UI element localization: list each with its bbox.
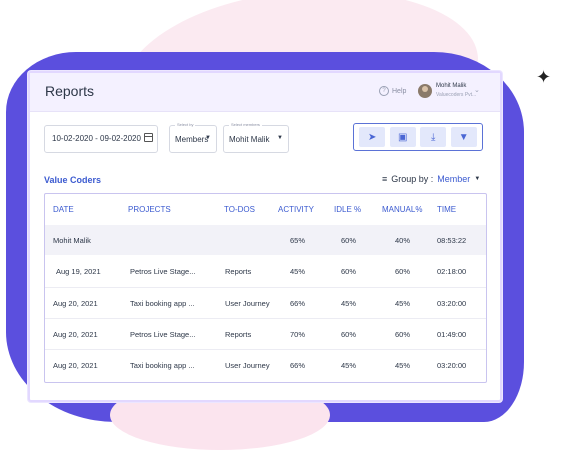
reports-card: Reports ? Help Mohit Malik Valuecoders P… xyxy=(28,71,502,402)
member-time: 08:53:22 xyxy=(437,236,467,245)
table-row[interactable]: Aug 20, 2021 Taxi booking app ... User J… xyxy=(45,350,486,380)
row-idle: 60% xyxy=(341,267,357,276)
row-todo: Reports xyxy=(225,330,252,339)
help-link[interactable]: ? Help xyxy=(379,86,406,96)
calendar-icon: ▣ xyxy=(398,131,408,143)
row-manual: 60% xyxy=(395,267,411,276)
sparkle-icon: ✦ xyxy=(536,67,552,87)
calendar-icon xyxy=(144,133,153,142)
row-idle: 60% xyxy=(341,330,357,339)
table-row[interactable]: Aug 20, 2021 Petros Live Stage... Report… xyxy=(45,319,486,349)
column-header-manual[interactable]: MANUAL% xyxy=(382,205,422,214)
select-by-dropdown[interactable]: Select by Members ▼ xyxy=(169,122,217,153)
table-row[interactable]: Aug 20, 2021 Taxi booking app ... User J… xyxy=(45,288,486,318)
column-header-date[interactable]: DATE xyxy=(53,205,74,214)
column-header-projects[interactable]: PROJECTS xyxy=(128,205,171,214)
row-project: Taxi booking app ... xyxy=(130,299,195,308)
download-button[interactable]: ⤓ xyxy=(420,127,447,147)
avatar[interactable] xyxy=(418,84,432,98)
chevron-down-icon: ▼ xyxy=(205,135,211,141)
row-project: Petros Live Stage... xyxy=(130,267,196,276)
column-header-time[interactable]: TIME xyxy=(437,205,456,214)
user-menu-chevron-icon[interactable]: ⌄ xyxy=(474,86,480,94)
row-date: Aug 20, 2021 xyxy=(53,361,98,370)
card-header: Reports ? Help Mohit Malik Valuecoders P… xyxy=(30,73,500,112)
row-activity: 45% xyxy=(290,267,306,276)
row-time: 03:20:00 xyxy=(437,361,467,370)
row-manual: 45% xyxy=(395,299,411,308)
row-idle: 45% xyxy=(341,361,357,370)
row-todo: User Journey xyxy=(225,361,270,370)
page-title: Reports xyxy=(45,83,95,99)
row-time: 03:20:00 xyxy=(437,299,467,308)
column-header-activity[interactable]: ACTIVITY xyxy=(278,205,314,214)
row-manual: 45% xyxy=(395,361,411,370)
send-icon: ➤ xyxy=(368,131,377,143)
chevron-down-icon: ▼ xyxy=(277,135,283,141)
section-title: Value Coders xyxy=(44,175,102,185)
row-todo: Reports xyxy=(225,267,252,276)
help-icon: ? xyxy=(379,86,389,96)
row-todo: User Journey xyxy=(225,299,270,308)
row-idle: 45% xyxy=(341,299,357,308)
member-name: Mohit Malik xyxy=(53,236,91,245)
report-actions-toolbar: ➤ ▣ ⤓ ▼ xyxy=(353,123,483,151)
date-range-picker[interactable]: 10-02-2020 - 09-02-2020 xyxy=(44,125,158,153)
send-button[interactable]: ➤ xyxy=(359,127,386,147)
row-project: Petros Live Stage... xyxy=(130,330,196,339)
column-header-idle[interactable]: IDLE % xyxy=(334,205,361,214)
row-time: 01:49:00 xyxy=(437,330,467,339)
select-by-label: Select by xyxy=(175,122,196,127)
member-summary-row[interactable]: Mohit Malik 65% 60% 40% 08:53:22 xyxy=(45,225,486,255)
member-idle: 60% xyxy=(341,236,357,245)
row-project: Taxi booking app ... xyxy=(130,361,195,370)
member-activity: 65% xyxy=(290,236,306,245)
user-subtitle: Valuecoders Pvt... xyxy=(436,92,477,98)
select-members-value: Mohit Malik xyxy=(229,135,270,144)
row-date: Aug 19, 2021 xyxy=(56,267,101,276)
table-row[interactable]: Aug 19, 2021 Petros Live Stage... Report… xyxy=(45,256,486,286)
date-range-value: 10-02-2020 - 09-02-2020 xyxy=(52,134,141,143)
select-by-value: Members xyxy=(175,135,209,144)
filter-button[interactable]: ▼ xyxy=(450,127,477,147)
sort-lines-icon: ≡ xyxy=(382,174,388,184)
group-by-control[interactable]: ≡ Group by : Member ▼ xyxy=(382,174,480,184)
row-activity: 66% xyxy=(290,361,306,370)
row-activity: 70% xyxy=(290,330,306,339)
select-members-label: Select members xyxy=(229,122,262,127)
report-table: DATE PROJECTS TO-DOS ACTIVITY IDLE % MAN… xyxy=(44,193,487,383)
download-icon: ⤓ xyxy=(431,131,436,143)
group-by-label: Group by : xyxy=(391,174,434,184)
select-members-dropdown[interactable]: Select members Mohit Malik ▼ xyxy=(223,122,289,153)
row-activity: 66% xyxy=(290,299,306,308)
help-label: Help xyxy=(392,87,407,95)
schedule-button[interactable]: ▣ xyxy=(389,127,416,147)
row-time: 02:18:00 xyxy=(437,267,467,276)
chevron-down-icon: ▼ xyxy=(474,176,481,182)
row-date: Aug 20, 2021 xyxy=(53,330,98,339)
group-by-value: Member xyxy=(437,174,471,184)
row-manual: 60% xyxy=(395,330,411,339)
filter-icon: ▼ xyxy=(458,131,469,143)
user-name: Mohit Malik xyxy=(436,83,467,89)
column-header-todos[interactable]: TO-DOS xyxy=(224,205,255,214)
row-date: Aug 20, 2021 xyxy=(53,299,98,308)
member-manual: 40% xyxy=(395,236,411,245)
